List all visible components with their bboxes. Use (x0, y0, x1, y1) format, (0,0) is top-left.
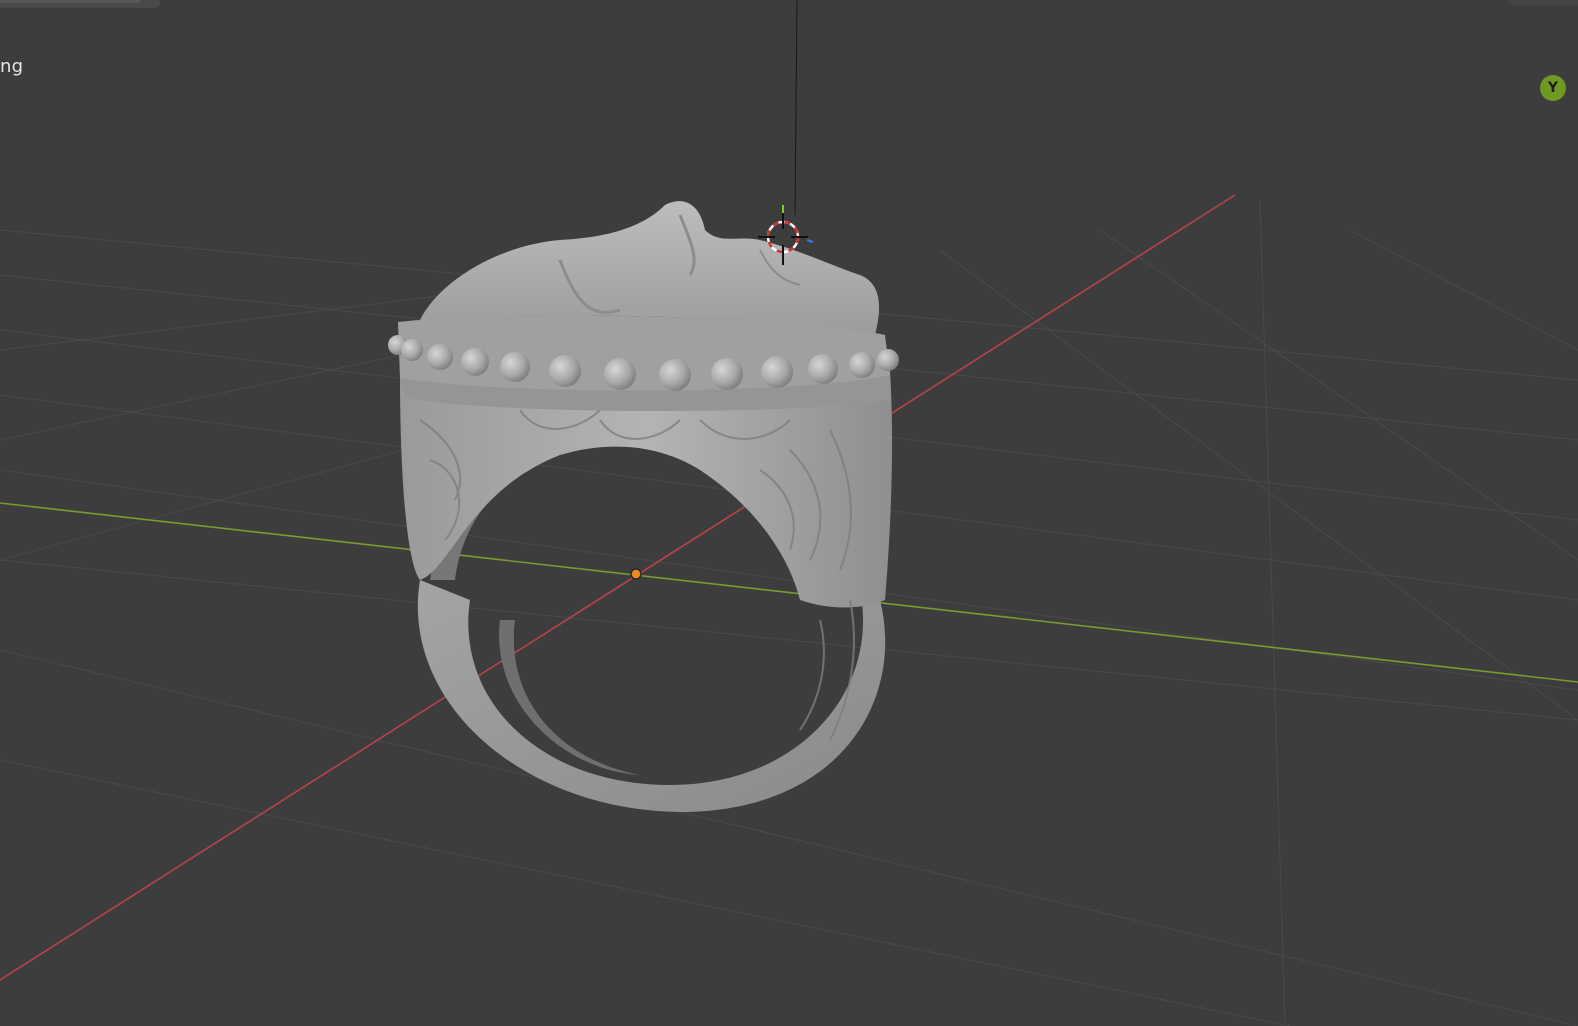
viewport-scene[interactable] (0, 0, 1578, 1026)
navigation-gizmo-y-axis[interactable]: Y (1540, 75, 1566, 101)
header-fragment (0, 0, 160, 8)
z-axis-line (794, 0, 798, 216)
ring-object (388, 201, 899, 812)
header-fragment-inner (0, 0, 140, 3)
object-origin-marker (630, 568, 642, 580)
3d-viewport[interactable]: ng Y (0, 0, 1578, 1026)
header-fragment-right (1508, 0, 1578, 6)
viewport-overlay-text: ng (0, 56, 24, 77)
